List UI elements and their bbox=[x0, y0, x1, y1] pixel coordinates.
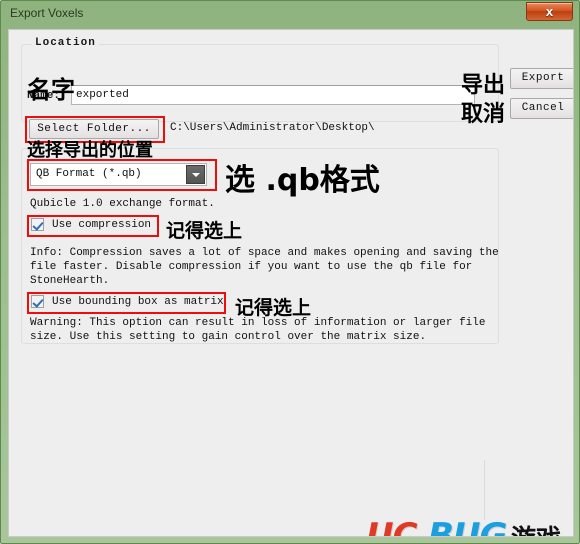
location-group-label: Location bbox=[32, 37, 99, 49]
select-folder-button[interactable]: Select Folder... bbox=[29, 119, 159, 139]
chevron-down-icon[interactable] bbox=[186, 165, 205, 184]
title-bar: Export Voxels x bbox=[1, 1, 580, 28]
compression-info-text: Info: Compression saves a lot of space a… bbox=[30, 247, 499, 287]
image-seam-line bbox=[484, 460, 485, 520]
format-select-value: QB Format (*.qb) bbox=[36, 168, 142, 180]
export-path-text: C:\Users\Administrator\Desktop\ bbox=[170, 122, 375, 134]
ucbug-watermark: UC BUG 游戏网 .com .NET bbox=[366, 516, 573, 537]
name-input[interactable]: exported bbox=[71, 85, 475, 105]
watermark-chinese: 游戏网 bbox=[511, 519, 573, 536]
close-button[interactable]: x bbox=[526, 2, 573, 21]
window-title: Export Voxels bbox=[10, 6, 84, 20]
format-description: Qubicle 1.0 exchange format. bbox=[30, 198, 215, 210]
cancel-button[interactable]: Cancel bbox=[510, 98, 573, 119]
checkmark-icon bbox=[31, 218, 44, 231]
name-label: Name: bbox=[27, 90, 61, 102]
window-frame: Export Voxels x Location Name: exported … bbox=[0, 0, 580, 544]
bounding-box-warning-text: Warning: This option can result in loss … bbox=[30, 317, 486, 343]
screenshot-root: Export Voxels x Location Name: exported … bbox=[0, 0, 580, 544]
use-compression-checkbox[interactable]: Use compression bbox=[31, 218, 151, 231]
use-compression-label: Use compression bbox=[52, 218, 152, 231]
export-button[interactable]: Export bbox=[510, 68, 573, 89]
watermark-uc: UC bbox=[366, 516, 418, 537]
checkmark-icon bbox=[31, 295, 44, 308]
format-select[interactable]: QB Format (*.qb) bbox=[30, 163, 207, 186]
use-bounding-box-label: Use bounding box as matrix bbox=[52, 295, 224, 308]
use-bounding-box-checkbox[interactable]: Use bounding box as matrix bbox=[31, 295, 224, 308]
watermark-bug: BUG bbox=[428, 516, 507, 537]
location-groupbox: Location bbox=[21, 37, 499, 122]
dialog-client-area: Location Name: exported Export Cancel Se… bbox=[8, 29, 574, 537]
close-icon: x bbox=[545, 4, 554, 19]
